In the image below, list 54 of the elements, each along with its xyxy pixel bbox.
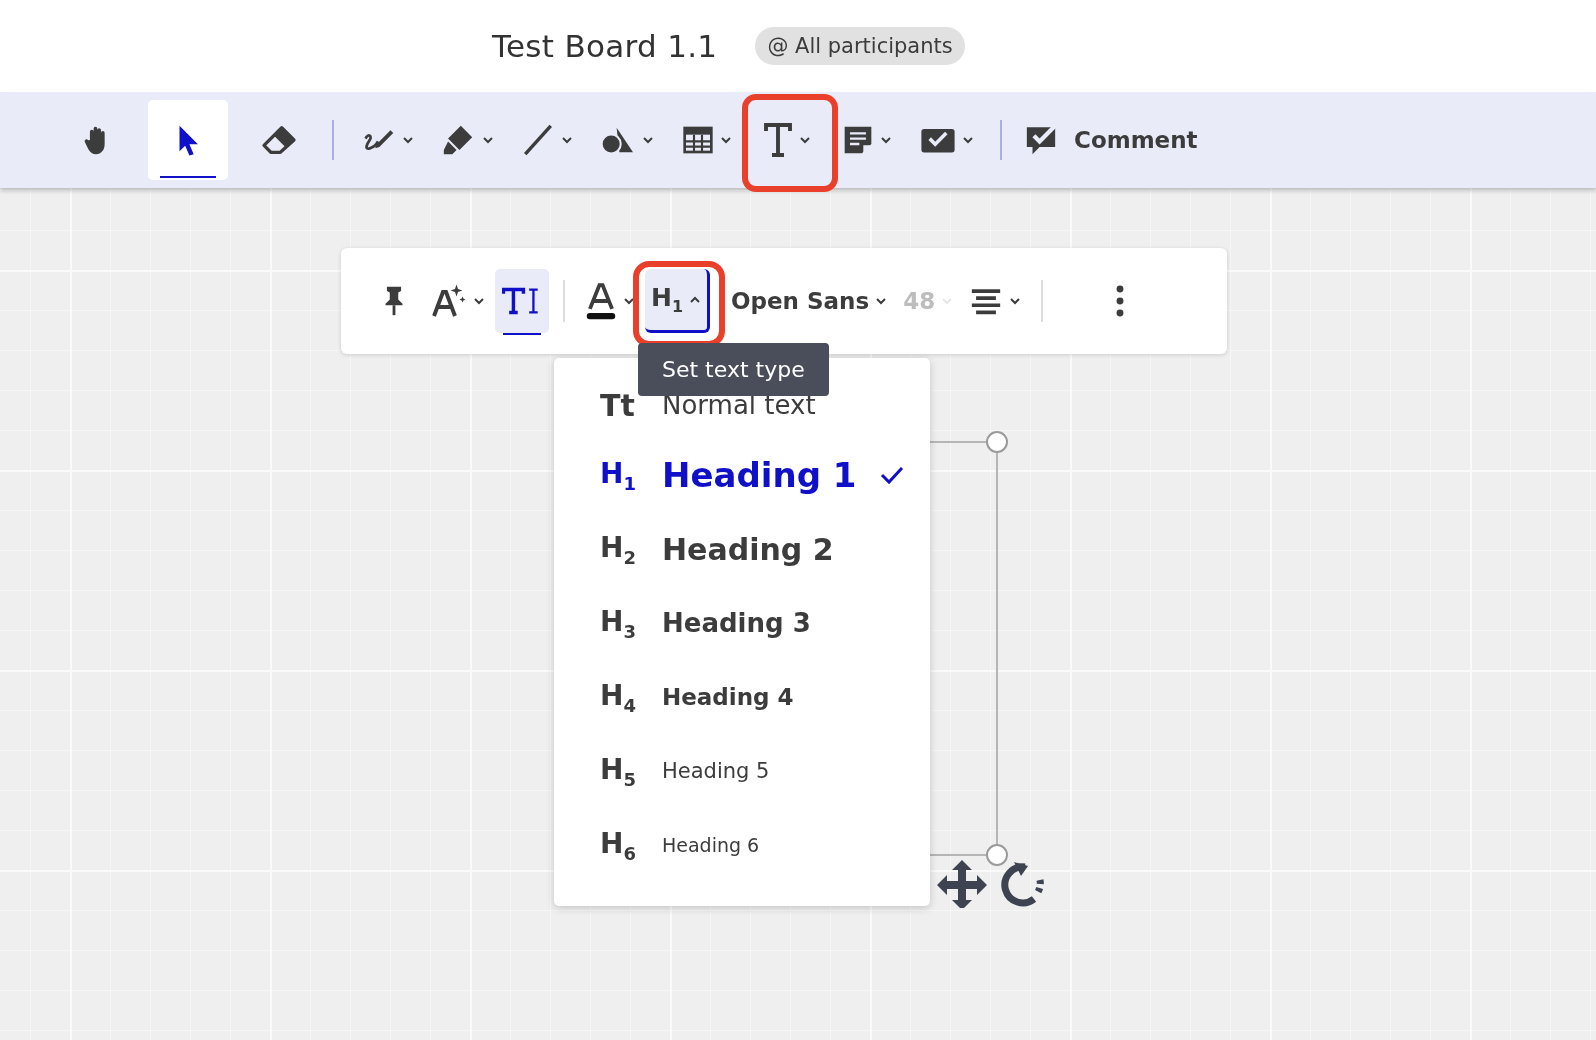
caret-icon <box>720 134 732 146</box>
check-icon <box>878 465 905 485</box>
text-type-option[interactable]: H$_{2}$ Heading 2 <box>554 512 930 586</box>
caret-icon <box>473 295 485 307</box>
text-type-label: Heading 4 <box>662 684 794 710</box>
caret-icon <box>941 295 954 307</box>
caret-icon <box>962 134 974 146</box>
text-type-marker: H$_{5}$ <box>600 752 637 790</box>
caret-icon <box>1009 295 1022 307</box>
checkbox-icon <box>920 126 956 154</box>
text-type-marker: H$_{3}$ <box>600 604 637 642</box>
caret-icon <box>402 134 414 146</box>
text-type-marker: H$_{4}$ <box>600 678 637 716</box>
table-icon <box>682 125 714 155</box>
caret-icon <box>623 295 635 307</box>
caret-icon <box>642 134 654 146</box>
audience-chip[interactable]: @ All participants <box>755 27 965 65</box>
caret-icon <box>880 134 892 146</box>
text-type-option[interactable]: H$_{1}$ Heading 1 <box>554 438 930 512</box>
more-options-icon <box>1116 284 1125 318</box>
select-tool-button[interactable] <box>148 100 228 180</box>
sticky-note-icon <box>842 124 874 156</box>
font-family-dropdown[interactable]: Open Sans <box>725 269 894 333</box>
text-type-marker: Tt <box>600 387 636 423</box>
caret-icon <box>482 134 494 146</box>
text-type-option[interactable]: H$_{3}$ Heading 3 <box>554 586 930 660</box>
rotate-handle-icon[interactable] <box>1001 862 1044 907</box>
resize-handle[interactable] <box>986 431 1008 453</box>
move-handle-icon[interactable] <box>937 860 987 908</box>
line-icon <box>521 123 555 157</box>
text-type-marker: H$_{2}$ <box>600 530 637 568</box>
resize-handle[interactable] <box>986 844 1008 866</box>
caret-icon <box>799 134 811 146</box>
caret-icon <box>561 134 573 146</box>
eraser-icon <box>261 125 297 155</box>
text-type-option[interactable]: H$_{4}$ Heading 4 <box>554 660 930 734</box>
text-type-marker: H$_{1}$ <box>600 456 637 494</box>
comment-button[interactable]: Comment <box>1018 100 1204 180</box>
board-title: Test Board 1.1 <box>492 28 718 64</box>
caret-icon <box>875 295 888 307</box>
text-type-label: Heading 3 <box>662 608 811 638</box>
text-type-label: Heading 6 <box>662 834 760 856</box>
tooltip: Set text type <box>638 343 829 396</box>
text-type-label: Heading 5 <box>662 759 770 783</box>
font-color-icon <box>585 282 617 320</box>
text-t-icon <box>763 122 793 158</box>
text-mode-button[interactable] <box>495 269 549 333</box>
text-type-marker: H$_{6}$ <box>600 826 637 864</box>
text-type-label: Heading 1 <box>662 455 857 495</box>
text-type-option[interactable]: H$_{5}$ Heading 5 <box>554 734 930 808</box>
letter-sparkle-icon <box>431 283 467 319</box>
text-type-label: Heading 2 <box>662 531 834 567</box>
text-type-button[interactable]: H$_{1}$ <box>645 269 711 333</box>
text-type-option[interactable]: H$_{6}$ Heading 6 <box>554 808 930 882</box>
